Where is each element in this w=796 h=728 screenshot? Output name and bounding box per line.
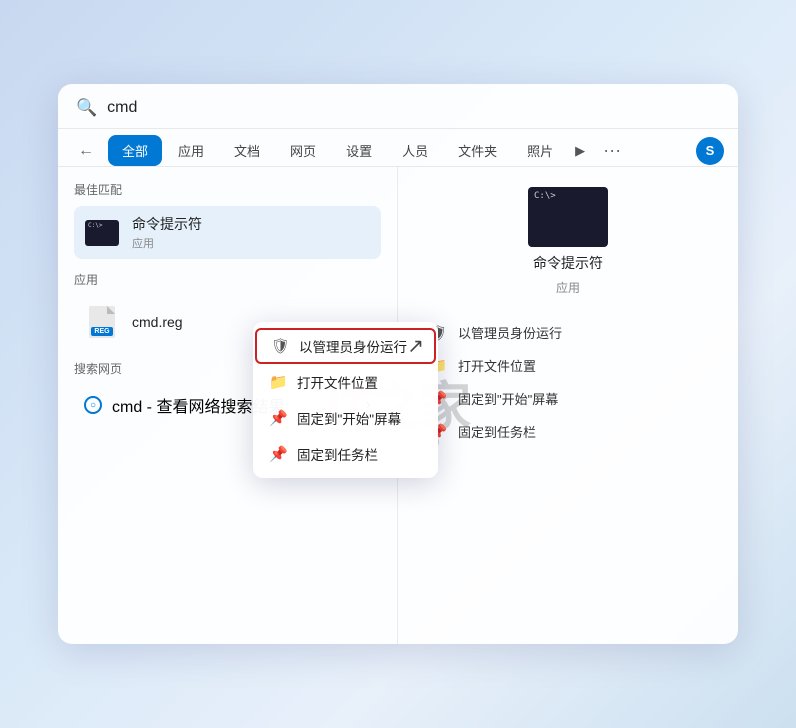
action-open-location[interactable]: 📁 打开文件位置: [418, 349, 718, 382]
action-run-admin[interactable]: 🛡 以管理员身份运行: [418, 316, 718, 349]
context-open-location-label: 打开文件位置: [297, 372, 378, 392]
context-menu-item-pin-start[interactable]: 📌 固定到"开始"屏幕: [253, 400, 438, 436]
best-match-sub: 应用: [132, 235, 371, 251]
search-panel: 🔍 ← 全部 应用 文档 网页 设置 人员 文件夹 照片 ▶ ··· S 最佳匹…: [58, 84, 738, 644]
context-run-admin-label: 以管理员身份运行: [299, 336, 407, 356]
best-match-item[interactable]: 命令提示符 应用: [74, 206, 381, 259]
nav-tabs: ← 全部 应用 文档 网页 设置 人员 文件夹 照片 ▶ ··· S: [58, 129, 738, 167]
action-list: 🛡 以管理员身份运行 📁 打开文件位置 📌 固定到"开始"屏幕 📌 固定到任务栏: [418, 316, 718, 448]
apps-title: 应用: [74, 271, 381, 288]
app-preview-name: 命令提示符: [533, 253, 603, 273]
nav-play-button[interactable]: ▶: [569, 139, 591, 163]
tab-people[interactable]: 人员: [388, 135, 442, 166]
content-area: 最佳匹配 命令提示符 应用 应用 REG: [58, 167, 738, 644]
tab-web[interactable]: 网页: [276, 135, 330, 166]
best-match-name: 命令提示符: [132, 214, 371, 234]
context-pin-start-icon: 📌: [269, 409, 287, 427]
search-input[interactable]: [107, 99, 720, 117]
action-pin-taskbar-label: 固定到任务栏: [458, 422, 536, 441]
best-match-title: 最佳匹配: [74, 181, 381, 198]
cursor-indicator: ↗: [407, 334, 424, 359]
action-pin-start[interactable]: 📌 固定到"开始"屏幕: [418, 382, 718, 415]
nav-back-button[interactable]: ←: [72, 138, 100, 164]
action-run-admin-label: 以管理员身份运行: [458, 323, 562, 342]
context-pin-start-label: 固定到"开始"屏幕: [297, 408, 401, 428]
context-menu: 🛡 以管理员身份运行 ↗ 📁 打开文件位置 📌 固定到"开始"屏幕 📌 固定到任…: [253, 322, 438, 478]
app-preview-icon: [528, 187, 608, 247]
best-match-text: 命令提示符 应用: [132, 214, 371, 251]
search-web-icon: ○: [84, 396, 102, 414]
nav-avatar[interactable]: S: [696, 137, 724, 165]
tab-photos[interactable]: 照片: [513, 135, 567, 166]
tab-all[interactable]: 全部: [108, 135, 162, 166]
context-menu-item-pin-taskbar[interactable]: 📌 固定到任务栏: [253, 436, 438, 472]
tab-docs[interactable]: 文档: [220, 135, 274, 166]
reg-file-icon: REG: [84, 304, 120, 340]
app-preview-sub: 应用: [556, 279, 580, 296]
app-preview: 命令提示符 应用: [528, 187, 608, 296]
right-panel: IT之家 www.ithome.com 命令提示符 应用 🛡 以管理员身份运行 …: [398, 167, 738, 644]
tab-folders[interactable]: 文件夹: [444, 135, 511, 166]
tab-apps[interactable]: 应用: [164, 135, 218, 166]
context-menu-item-open-location[interactable]: 📁 打开文件位置: [253, 364, 438, 400]
context-folder-icon: 📁: [269, 373, 287, 391]
context-pin-taskbar-icon: 📌: [269, 445, 287, 463]
action-pin-start-label: 固定到"开始"屏幕: [458, 389, 558, 408]
context-menu-item-run-admin[interactable]: 🛡 以管理员身份运行 ↗: [255, 328, 436, 364]
context-shield-icon: 🛡: [271, 337, 289, 355]
nav-more-button[interactable]: ···: [597, 136, 627, 165]
action-open-location-label: 打开文件位置: [458, 356, 536, 375]
cmd-app-icon: [84, 215, 120, 251]
action-pin-taskbar[interactable]: 📌 固定到任务栏: [418, 415, 718, 448]
search-bar: 🔍: [58, 84, 738, 129]
search-icon: 🔍: [76, 98, 97, 118]
context-pin-taskbar-label: 固定到任务栏: [297, 444, 378, 464]
tab-settings[interactable]: 设置: [332, 135, 386, 166]
